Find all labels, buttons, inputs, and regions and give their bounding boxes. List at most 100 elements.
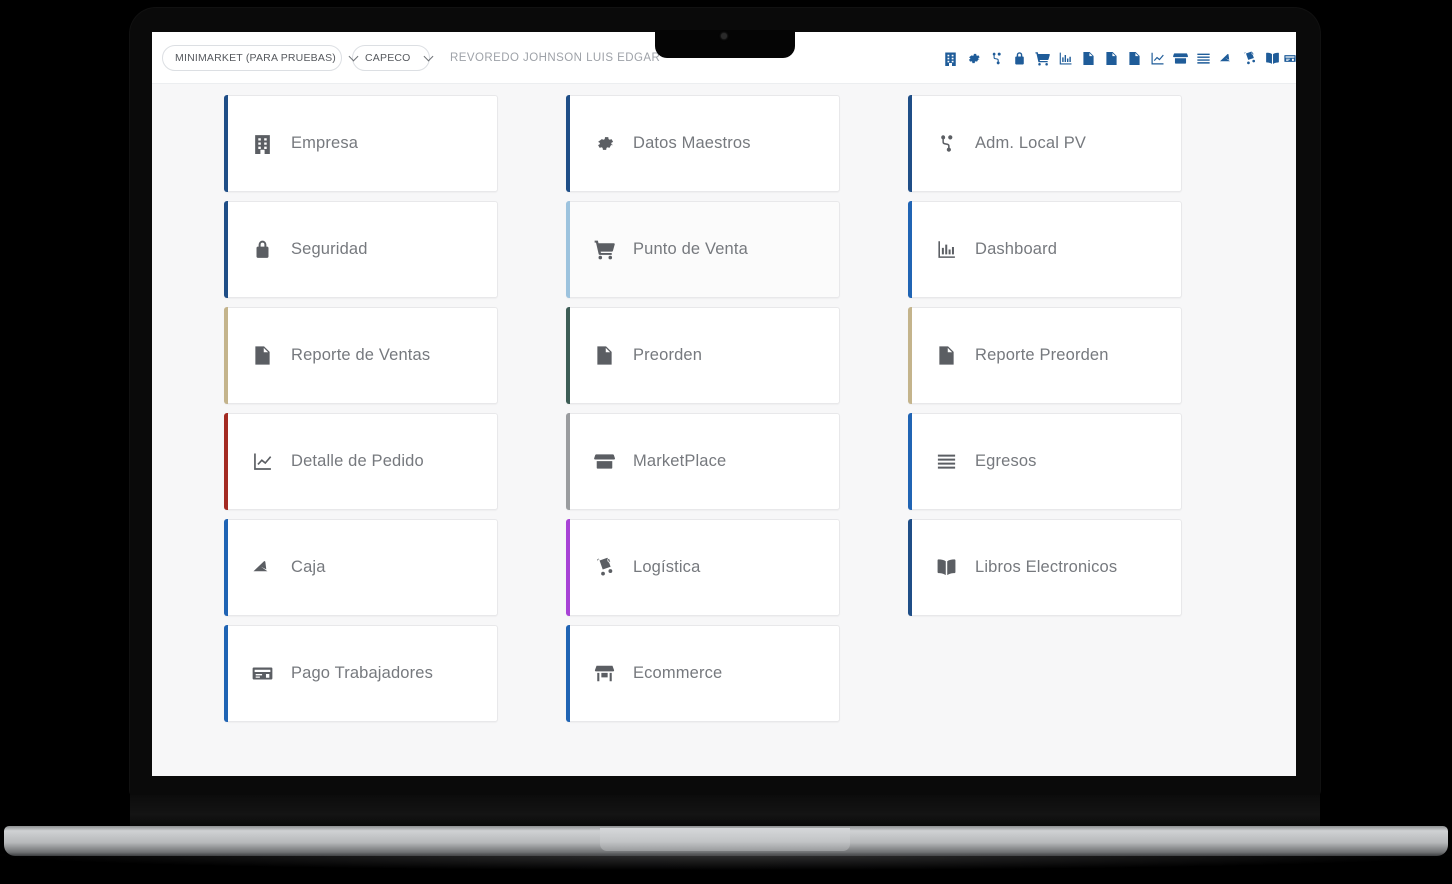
- module-card-label: Empresa: [291, 134, 359, 152]
- card-accent-bar: [224, 413, 228, 510]
- module-card-logistica[interactable]: Logística: [566, 519, 840, 616]
- toolbar-cash-register-icon[interactable]: [1215, 44, 1238, 72]
- store-icon: [591, 449, 617, 475]
- company-select[interactable]: MINIMARKET (PARA PRUEBAS): [162, 44, 342, 71]
- card-accent-bar: [908, 413, 912, 510]
- excel-file-icon: [933, 343, 959, 369]
- cash-register-icon: [249, 555, 275, 581]
- module-card-empresa[interactable]: Empresa: [224, 95, 498, 192]
- module-card-seguridad[interactable]: Seguridad: [224, 201, 498, 298]
- module-card-label: MarketPlace: [633, 452, 727, 470]
- store-front-icon: [591, 661, 617, 687]
- shopping-cart-icon: [591, 237, 617, 263]
- card-accent-bar: [908, 95, 912, 192]
- lock-icon: [249, 237, 275, 263]
- toolbar: [939, 32, 1296, 84]
- card-accent-bar: [224, 307, 228, 404]
- module-card-label: Ecommerce: [633, 664, 723, 682]
- module-card-label: Dashboard: [975, 240, 1058, 258]
- module-card-label: Seguridad: [291, 240, 368, 258]
- module-grid: Empresa Seguridad Reporte de Ventas Detalle…: [152, 95, 1296, 722]
- line-chart-icon: [249, 449, 275, 475]
- module-card-label: Logística: [633, 558, 701, 576]
- module-column-1: Empresa Seguridad Reporte de Ventas Detalle…: [224, 95, 498, 722]
- module-card-detalle-de-pedido[interactable]: Detalle de Pedido: [224, 413, 498, 510]
- module-card-adm-local-pv[interactable]: Adm. Local PV: [908, 95, 1182, 192]
- module-card-punto-de-venta[interactable]: Punto de Venta: [566, 201, 840, 298]
- branch-select[interactable]: CAPECO: [352, 44, 430, 71]
- building-icon: [249, 131, 275, 157]
- module-card-datos-maestros[interactable]: Datos Maestros: [566, 95, 840, 192]
- module-card-label: Pago Trabajadores: [291, 664, 433, 682]
- module-card-preorden[interactable]: Preorden: [566, 307, 840, 404]
- module-card-label: Reporte Preorden: [975, 346, 1109, 364]
- user-name-label: REVOREDO JOHNSON LUIS EDGAR: [450, 51, 661, 64]
- module-card-reporte-preorden[interactable]: Reporte Preorden: [908, 307, 1182, 404]
- toolbar-line-chart-icon[interactable]: [1146, 44, 1169, 72]
- module-card-egresos[interactable]: Egresos: [908, 413, 1182, 510]
- module-card-label: Adm. Local PV: [975, 134, 1087, 152]
- module-column-2: Datos Maestros Punto de Venta Preorden Mark…: [566, 95, 840, 722]
- toolbar-gear-icon[interactable]: [962, 44, 985, 72]
- toolbar-dolly-icon[interactable]: [1238, 44, 1261, 72]
- book-icon: [933, 555, 959, 581]
- toolbar-store-icon[interactable]: [1169, 44, 1192, 72]
- module-card-label: Datos Maestros: [633, 134, 751, 152]
- toolbar-building-icon[interactable]: [939, 44, 962, 72]
- module-column-3: Adm. Local PV Dashboard Reporte Preorden Eg…: [908, 95, 1182, 722]
- toolbar-excel-file-icon[interactable]: [1077, 44, 1100, 72]
- module-card-libros-electronicos[interactable]: Libros Electronicos: [908, 519, 1182, 616]
- module-card-label: Reporte de Ventas: [291, 346, 431, 364]
- card-accent-bar: [908, 307, 912, 404]
- card-accent-bar: [566, 95, 570, 192]
- excel-file-icon: [249, 343, 275, 369]
- module-card-caja[interactable]: Caja: [224, 519, 498, 616]
- module-card-label: Detalle de Pedido: [291, 452, 424, 470]
- card-accent-bar: [566, 307, 570, 404]
- company-select-value: MINIMARKET (PARA PRUEBAS): [175, 51, 336, 64]
- card-accent-bar: [566, 413, 570, 510]
- toolbar-sitemap-icon[interactable]: [985, 44, 1008, 72]
- card-accent-bar: [566, 625, 570, 722]
- card-accent-bar: [908, 201, 912, 298]
- laptop-screen: MINIMARKET (PARA PRUEBAS) CAPECO REVORED…: [152, 32, 1296, 776]
- gear-icon: [591, 131, 617, 157]
- bar-chart-icon: [933, 237, 959, 263]
- module-card-dashboard[interactable]: Dashboard: [908, 201, 1182, 298]
- card-accent-bar: [566, 201, 570, 298]
- screenshot-stage: MINIMARKET (PARA PRUEBAS) CAPECO REVORED…: [0, 0, 1452, 884]
- webcam-icon: [721, 33, 727, 39]
- module-card-label: Preorden: [633, 346, 703, 364]
- module-card-label: Libros Electronicos: [975, 558, 1118, 576]
- module-card-reporte-de-ventas[interactable]: Reporte de Ventas: [224, 307, 498, 404]
- module-card-marketplace[interactable]: MarketPlace: [566, 413, 840, 510]
- card-accent-bar: [224, 625, 228, 722]
- excel-file-icon: [591, 343, 617, 369]
- laptop-base-lip: [600, 828, 850, 851]
- toolbar-bar-chart-icon[interactable]: [1054, 44, 1077, 72]
- toolbar-book-icon[interactable]: [1261, 44, 1284, 72]
- module-card-ecommerce[interactable]: Ecommerce: [566, 625, 840, 722]
- card-accent-bar: [224, 95, 228, 192]
- toolbar-excel-file-icon[interactable]: [1100, 44, 1123, 72]
- toolbar-credit-card-icon[interactable]: [1284, 44, 1296, 72]
- toolbar-excel-file-icon[interactable]: [1123, 44, 1146, 72]
- module-card-pago-trabajadores[interactable]: Pago Trabajadores: [224, 625, 498, 722]
- sitemap-icon: [933, 131, 959, 157]
- card-accent-bar: [224, 519, 228, 616]
- card-accent-bar: [908, 519, 912, 616]
- module-card-label: Egresos: [975, 452, 1037, 470]
- module-card-label: Caja: [291, 558, 326, 576]
- laptop-base-glow: [0, 854, 1452, 870]
- toolbar-list-icon[interactable]: [1192, 44, 1215, 72]
- toolbar-shopping-cart-icon[interactable]: [1031, 44, 1054, 72]
- module-grid-wrapper: Empresa Seguridad Reporte de Ventas Detalle…: [152, 84, 1296, 776]
- branch-select-value: CAPECO: [365, 51, 411, 64]
- credit-card-icon: [249, 661, 275, 687]
- dolly-icon: [591, 555, 617, 581]
- list-icon: [933, 449, 959, 475]
- card-accent-bar: [224, 201, 228, 298]
- toolbar-lock-icon[interactable]: [1008, 44, 1031, 72]
- module-card-label: Punto de Venta: [633, 240, 748, 258]
- card-accent-bar: [566, 519, 570, 616]
